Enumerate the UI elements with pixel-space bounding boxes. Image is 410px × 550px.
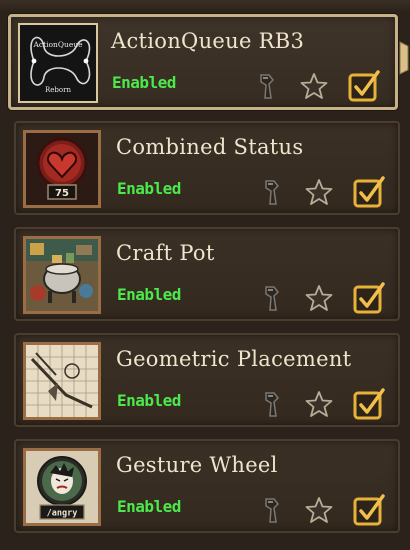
mod-status: Enabled	[117, 179, 181, 198]
config-button[interactable]	[258, 495, 288, 525]
actionqueue-logo-icon: ActionQueue Reborn	[20, 25, 96, 101]
mod-row-craft-pot[interactable]: Craft Pot Enabled	[14, 227, 400, 321]
mod-list: ActionQueue Reborn ActionQueue RB3 Enabl…	[0, 0, 410, 550]
enable-toggle[interactable]	[352, 493, 386, 527]
svg-text:/angry: /angry	[47, 509, 78, 519]
character-portrait-icon: /angry	[26, 451, 98, 523]
config-button[interactable]	[258, 177, 288, 207]
heart-badge-icon: 75	[26, 133, 98, 205]
wrench-icon	[265, 392, 280, 417]
mod-row-actionqueue[interactable]: ActionQueue Reborn ActionQueue RB3 Enabl…	[8, 14, 398, 110]
mod-row-combined-status[interactable]: 75 Combined Status Enabled	[14, 121, 400, 215]
star-icon	[300, 73, 328, 99]
svg-text:ActionQueue: ActionQueue	[32, 40, 83, 49]
svg-text:Reborn: Reborn	[45, 86, 71, 94]
mod-thumbnail: /angry	[23, 448, 101, 526]
svg-text:75: 75	[55, 188, 69, 199]
enable-toggle[interactable]	[352, 387, 386, 421]
mod-thumbnail: 75	[23, 130, 101, 208]
mod-status: Enabled	[117, 497, 181, 516]
favorite-button[interactable]	[299, 71, 329, 101]
mod-thumbnail	[23, 236, 101, 314]
checkbox-checked-icon	[353, 494, 385, 526]
mod-status: Enabled	[117, 391, 181, 410]
config-button[interactable]	[258, 283, 288, 313]
wrench-icon	[265, 286, 280, 311]
grid-placement-icon	[26, 345, 98, 417]
enable-toggle[interactable]	[347, 69, 381, 103]
star-icon	[305, 179, 333, 205]
mod-status: Enabled	[117, 285, 181, 304]
checkbox-checked-icon	[348, 70, 380, 102]
mod-thumbnail	[23, 342, 101, 420]
favorite-button[interactable]	[304, 177, 334, 207]
wrench-icon	[260, 74, 275, 99]
star-icon	[305, 285, 333, 311]
mod-thumbnail: ActionQueue Reborn	[18, 23, 98, 103]
scroll-handle-icon[interactable]	[398, 40, 410, 76]
mod-title: Combined Status	[116, 135, 304, 159]
mod-status: Enabled	[112, 73, 176, 92]
wrench-icon	[265, 498, 280, 523]
config-button[interactable]	[258, 389, 288, 419]
checkbox-checked-icon	[353, 282, 385, 314]
enable-toggle[interactable]	[352, 175, 386, 209]
star-icon	[305, 391, 333, 417]
mod-row-gesture-wheel[interactable]: /angry Gesture Wheel Enabled	[14, 439, 400, 533]
config-button[interactable]	[253, 71, 283, 101]
mod-row-geometric-placement[interactable]: Geometric Placement Enabled	[14, 333, 400, 427]
favorite-button[interactable]	[304, 495, 334, 525]
wrench-icon	[265, 180, 280, 205]
enable-toggle[interactable]	[352, 281, 386, 315]
checkbox-checked-icon	[353, 176, 385, 208]
star-icon	[305, 497, 333, 523]
mod-title: Craft Pot	[116, 241, 215, 265]
mod-title: ActionQueue RB3	[111, 29, 305, 53]
crock-pot-icon	[26, 239, 98, 311]
mod-title: Geometric Placement	[116, 347, 352, 371]
favorite-button[interactable]	[304, 283, 334, 313]
mod-title: Gesture Wheel	[116, 453, 278, 477]
checkbox-checked-icon	[353, 388, 385, 420]
favorite-button[interactable]	[304, 389, 334, 419]
